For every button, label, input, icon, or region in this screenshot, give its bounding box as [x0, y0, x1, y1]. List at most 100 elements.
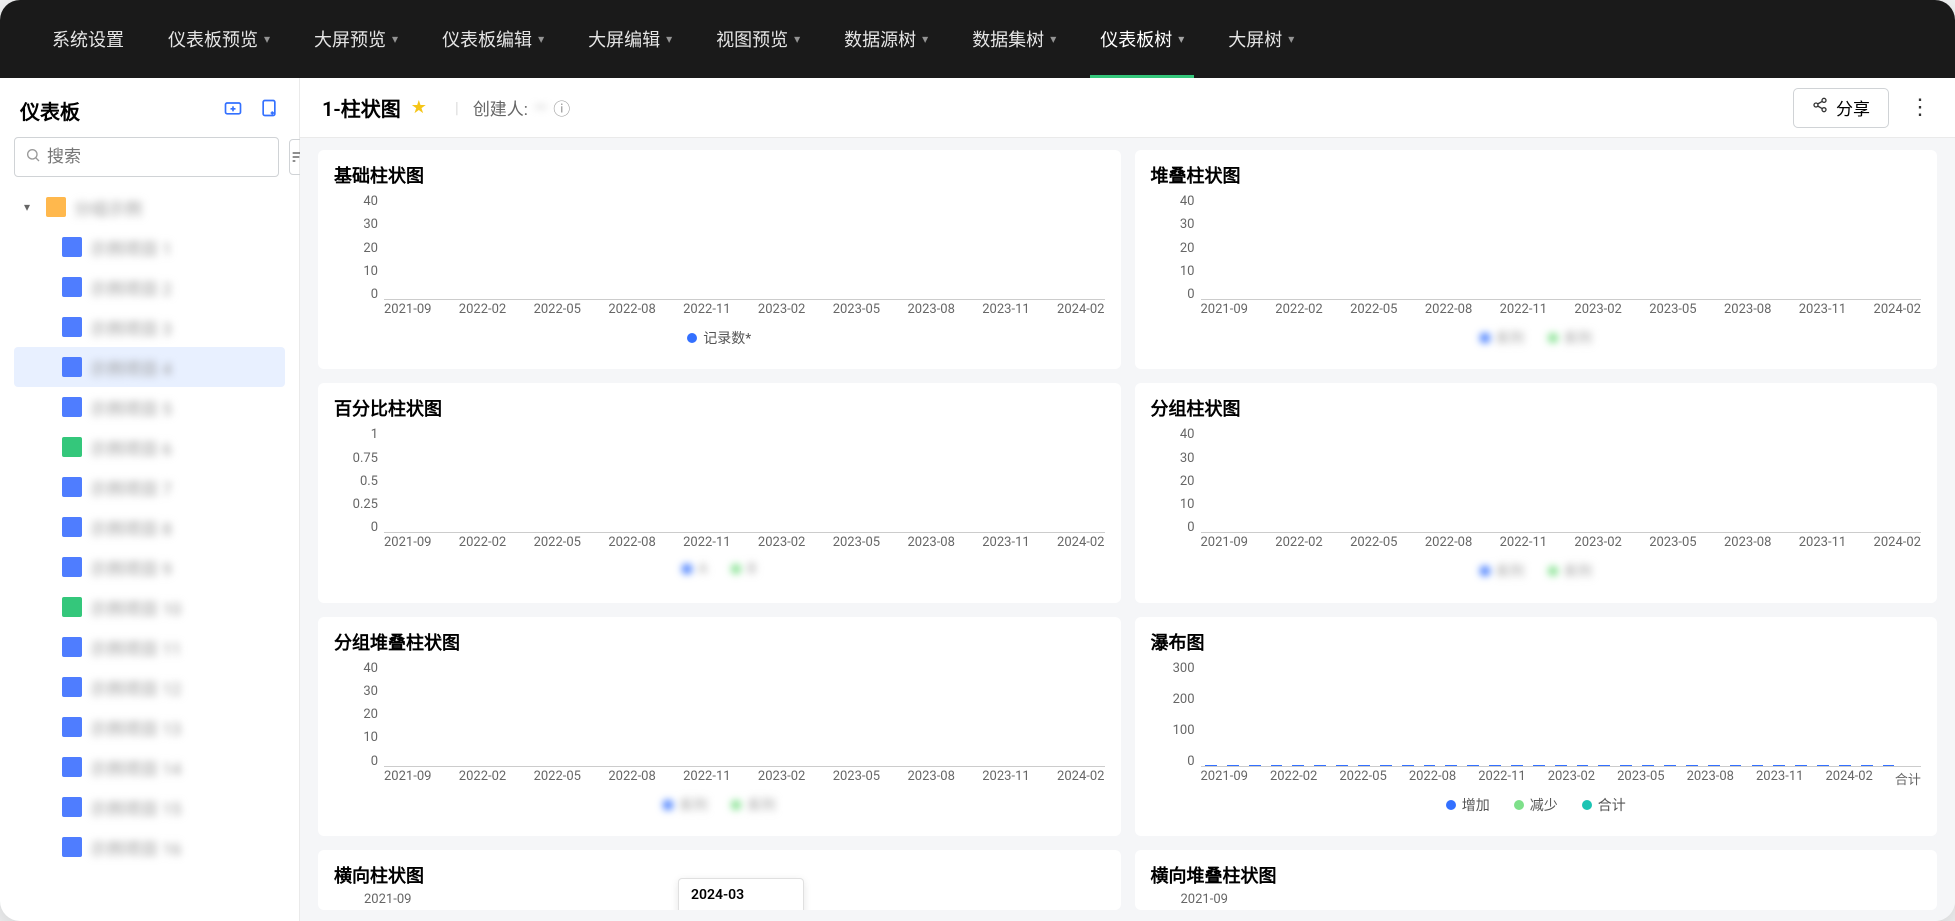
nav-item-5[interactable]: 视图预览▾ [694, 0, 822, 78]
sidebar: 仪表板 [0, 78, 300, 921]
x-axis: 2021-092022-022022-052022-082022-112023-… [1201, 300, 1922, 322]
dashboard-icon [62, 837, 82, 857]
tree-item-1[interactable]: 示例项目 2 [14, 267, 285, 307]
tree-item-8[interactable]: 示例项目 9 [14, 547, 285, 587]
y-axis: 403020100 [1151, 192, 1201, 322]
sidebar-header: 仪表板 [14, 88, 285, 137]
tree-item-15[interactable]: 示例项目 16 [14, 827, 285, 867]
dashboard-icon [62, 757, 82, 777]
chevron-down-icon: ▾ [392, 32, 398, 46]
chevron-down-icon: ▾ [264, 32, 270, 46]
info-icon[interactable]: ⓘ [553, 95, 570, 120]
sidebar-title: 仪表板 [20, 96, 80, 125]
search-input[interactable] [47, 147, 268, 167]
dashboard-icon [62, 317, 82, 337]
tree-item-0[interactable]: 示例项目 1 [14, 227, 285, 267]
tree-item-11[interactable]: 示例项目 12 [14, 667, 285, 707]
dashboard-icon [62, 517, 82, 537]
dashboard-icon [62, 637, 82, 657]
tree-item-10[interactable]: 示例项目 11 [14, 627, 285, 667]
top-nav: 系统设置仪表板预览▾大屏预览▾仪表板编辑▾大屏编辑▾视图预览▾数据源树▾数据集树… [0, 0, 1955, 78]
dashboard-icon [62, 677, 82, 697]
app-root: 系统设置仪表板预览▾大屏预览▾仪表板编辑▾大屏编辑▾视图预览▾数据源树▾数据集树… [0, 0, 1955, 921]
panel-waterfall: 瀑布图30020010002021-092022-022022-052022-0… [1135, 617, 1938, 836]
y-axis: 403020100 [1151, 425, 1201, 555]
chart-percent[interactable] [384, 425, 1105, 533]
panel-stacked-bar: 堆叠柱状图4030201002021-092022-022022-052022-… [1135, 150, 1938, 369]
nav-item-9[interactable]: 大屏树▾ [1206, 0, 1316, 78]
dashboard-icon [62, 357, 82, 377]
tree-item-9[interactable]: 示例项目 10 [14, 587, 285, 627]
folder-icon [46, 197, 66, 217]
chart-stacked[interactable] [1201, 192, 1922, 300]
chevron-down-icon: ▾ [1050, 32, 1056, 46]
panel-grouped-stacked-bar: 分组堆叠柱状图4030201002021-092022-022022-05202… [318, 617, 1121, 836]
new-folder-icon[interactable] [223, 98, 243, 123]
dashboard-icon [62, 717, 82, 737]
panel-grouped-bar: 分组柱状图4030201002021-092022-022022-052022-… [1135, 383, 1938, 602]
x-axis: 2021-092022-022022-052022-082022-112023-… [384, 300, 1105, 322]
dashboard-icon [62, 437, 82, 457]
dashboard-icon [62, 557, 82, 577]
panel-basic-bar: 基础柱状图4030201002021-092022-022022-052022-… [318, 150, 1121, 369]
dashboard-icon [62, 237, 82, 257]
chart-grouped[interactable] [1201, 425, 1922, 533]
chevron-down-icon: ▾ [922, 32, 928, 46]
nav-item-1[interactable]: 仪表板预览▾ [146, 0, 292, 78]
chart-tooltip: 2024-03记录数40 [678, 878, 804, 910]
y-axis: 10.750.50.250 [334, 425, 384, 555]
main-area: 仪表板 [0, 78, 1955, 921]
chart-waterfall[interactable] [1201, 659, 1922, 767]
chart-basic[interactable] [384, 192, 1105, 300]
share-button[interactable]: 分享 [1793, 88, 1889, 128]
dashboard-icon [62, 597, 82, 617]
nav-item-7[interactable]: 数据集树▾ [950, 0, 1078, 78]
nav-item-2[interactable]: 大屏预览▾ [292, 0, 420, 78]
tree-item-13[interactable]: 示例项目 14 [14, 747, 285, 787]
tree-folder[interactable]: ▾分组示例 [14, 187, 285, 227]
nav-item-8[interactable]: 仪表板树▾ [1078, 0, 1206, 78]
panel-horizontal-bar: 横向柱状图2021-092024-03记录数40 [318, 850, 1121, 910]
nav-item-0[interactable]: 系统设置 [30, 0, 146, 78]
x-axis: 2021-092022-022022-052022-082022-112023-… [384, 767, 1105, 789]
panels-grid: 基础柱状图4030201002021-092022-022022-052022-… [300, 138, 1955, 921]
new-item-icon[interactable] [259, 98, 279, 123]
y-axis: 3002001000 [1151, 659, 1201, 789]
dashboard-icon [62, 277, 82, 297]
tree-item-3[interactable]: 示例项目 4 [14, 347, 285, 387]
y-axis: 403020100 [334, 659, 384, 789]
nav-item-4[interactable]: 大屏编辑▾ [566, 0, 694, 78]
nav-item-6[interactable]: 数据源树▾ [822, 0, 950, 78]
tree-item-12[interactable]: 示例项目 13 [14, 707, 285, 747]
chart-grouped-stacked[interactable] [384, 659, 1105, 767]
search-icon [25, 147, 41, 167]
panel-percent-bar: 百分比柱状图10.750.50.2502021-092022-022022-05… [318, 383, 1121, 602]
nav-item-3[interactable]: 仪表板编辑▾ [420, 0, 566, 78]
x-axis: 2021-092022-022022-052022-082022-112023-… [384, 533, 1105, 555]
dashboard-icon [62, 797, 82, 817]
y-axis: 403020100 [334, 192, 384, 322]
dashboard-icon [62, 397, 82, 417]
tree-item-7[interactable]: 示例项目 8 [14, 507, 285, 547]
tree-item-4[interactable]: 示例项目 5 [14, 387, 285, 427]
chevron-down-icon: ▾ [1178, 32, 1184, 46]
chevron-down-icon: ▾ [538, 32, 544, 46]
chevron-down-icon: ▾ [794, 32, 800, 46]
chevron-down-icon: ▾ [1288, 32, 1294, 46]
creator-info: 创建人: — ⓘ [473, 95, 570, 120]
more-button[interactable]: ⋮ [1909, 95, 1933, 120]
x-axis: 2021-092022-022022-052022-082022-112023-… [1201, 533, 1922, 555]
dashboard-icon [62, 477, 82, 497]
tree-item-2[interactable]: 示例项目 3 [14, 307, 285, 347]
tree-item-6[interactable]: 示例项目 7 [14, 467, 285, 507]
content: 1-柱状图 ★ | 创建人: — ⓘ 分享 ⋮ 基础柱状图40302010020… [300, 78, 1955, 921]
chevron-down-icon: ▾ [666, 32, 672, 46]
tree-item-5[interactable]: 示例项目 6 [14, 427, 285, 467]
panel-horizontal-stacked-bar: 横向堆叠柱状图2021-09 [1135, 850, 1938, 910]
search-input-wrapper [14, 137, 279, 177]
sidebar-tree: ▾分组示例示例项目 1示例项目 2示例项目 3示例项目 4示例项目 5示例项目 … [14, 187, 285, 911]
star-icon[interactable]: ★ [411, 97, 427, 118]
page-title: 1-柱状图 [322, 93, 401, 122]
tree-item-14[interactable]: 示例项目 15 [14, 787, 285, 827]
content-header: 1-柱状图 ★ | 创建人: — ⓘ 分享 ⋮ [300, 78, 1955, 138]
